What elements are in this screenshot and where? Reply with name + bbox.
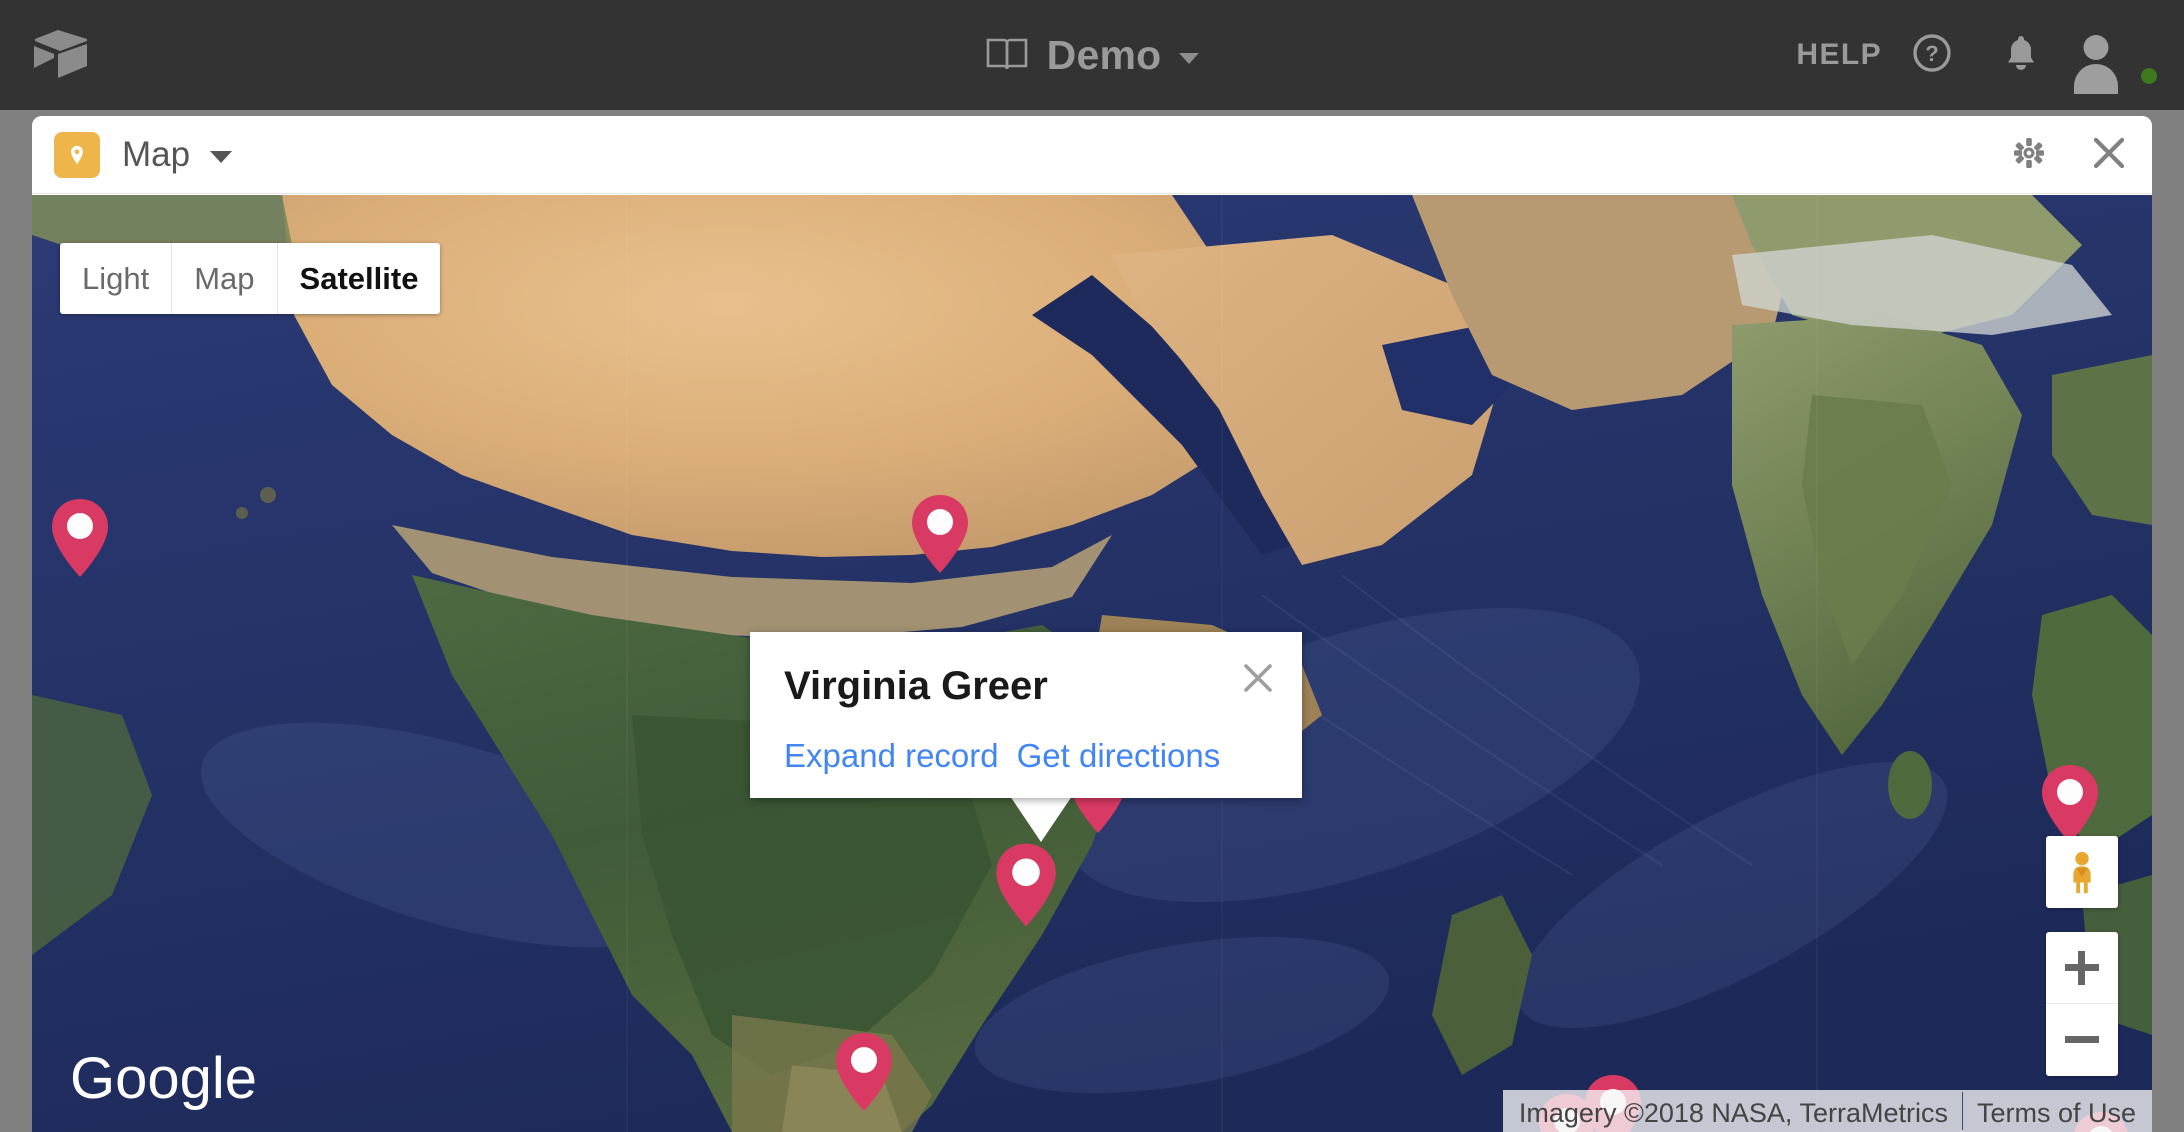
top-navigation-bar: Demo HELP ? [0, 0, 2184, 110]
expand-record-link[interactable]: Expand record [784, 739, 999, 772]
layer-option-light[interactable]: Light [60, 243, 173, 314]
map-attribution: Imagery ©2018 NASA, TerraMetrics Terms o… [1502, 1090, 2152, 1132]
terms-of-use-link[interactable]: Terms of Use [1963, 1090, 2152, 1132]
presence-status-dot [2138, 65, 2160, 87]
infowindow-title: Virginia Greer [784, 664, 1048, 708]
get-directions-link[interactable]: Get directions [1017, 739, 1221, 772]
infowindow-links: Expand record Get directions [784, 739, 1220, 772]
layer-option-map[interactable]: Map [172, 243, 278, 314]
topbar-actions: HELP ? [1796, 0, 2160, 110]
bell-icon[interactable] [1982, 33, 2038, 78]
layer-option-satellite[interactable]: Satellite [277, 243, 441, 314]
map-canvas[interactable]: Light Map Satellite Virginia Greer Expan… [32, 195, 2152, 1132]
close-icon[interactable] [2092, 136, 2126, 175]
chevron-down-icon[interactable] [210, 151, 233, 163]
zoom-out-button[interactable] [2046, 1004, 2118, 1076]
airtable-logo[interactable] [32, 28, 90, 80]
minus-icon [2065, 1023, 2099, 1057]
infowindow-tail [1010, 796, 1072, 842]
book-icon [985, 37, 1029, 73]
street-view-pegman-icon[interactable] [2046, 836, 2118, 908]
map-marker-5[interactable] [2038, 761, 2102, 847]
chevron-down-icon[interactable] [1179, 52, 1200, 64]
map-marker-2[interactable] [908, 491, 972, 577]
panel-actions [2012, 116, 2126, 194]
map-pin-icon [54, 131, 100, 178]
close-icon[interactable] [1240, 660, 1276, 696]
page-title: Demo [1046, 31, 1162, 78]
plus-icon [2065, 950, 2099, 985]
gear-icon[interactable] [2012, 136, 2046, 175]
marker-infowindow: Virginia Greer Expand record Get directi… [750, 632, 1302, 798]
view-name-label: Map [122, 135, 191, 174]
imagery-credit: Imagery ©2018 NASA, TerraMetrics [1518, 1098, 1948, 1128]
map-marker-1[interactable] [48, 495, 112, 581]
map-layer-toggle[interactable]: Light Map Satellite [60, 243, 441, 314]
user-avatar[interactable] [2074, 24, 2160, 94]
map-marker-selected[interactable] [992, 839, 1060, 931]
question-circle-icon[interactable]: ? [1912, 33, 1952, 78]
help-button[interactable]: HELP [1796, 38, 1882, 72]
svg-text:?: ? [1925, 41, 1938, 66]
base-switcher[interactable]: Demo [985, 31, 1200, 78]
zoom-controls [2046, 932, 2118, 1076]
map-view-panel: Map Light Map Satellite Virginia Greer E… [32, 116, 2152, 1132]
map-marker-6[interactable] [832, 1029, 896, 1115]
zoom-in-button[interactable] [2046, 932, 2118, 1004]
panel-header: Map [32, 116, 2152, 194]
